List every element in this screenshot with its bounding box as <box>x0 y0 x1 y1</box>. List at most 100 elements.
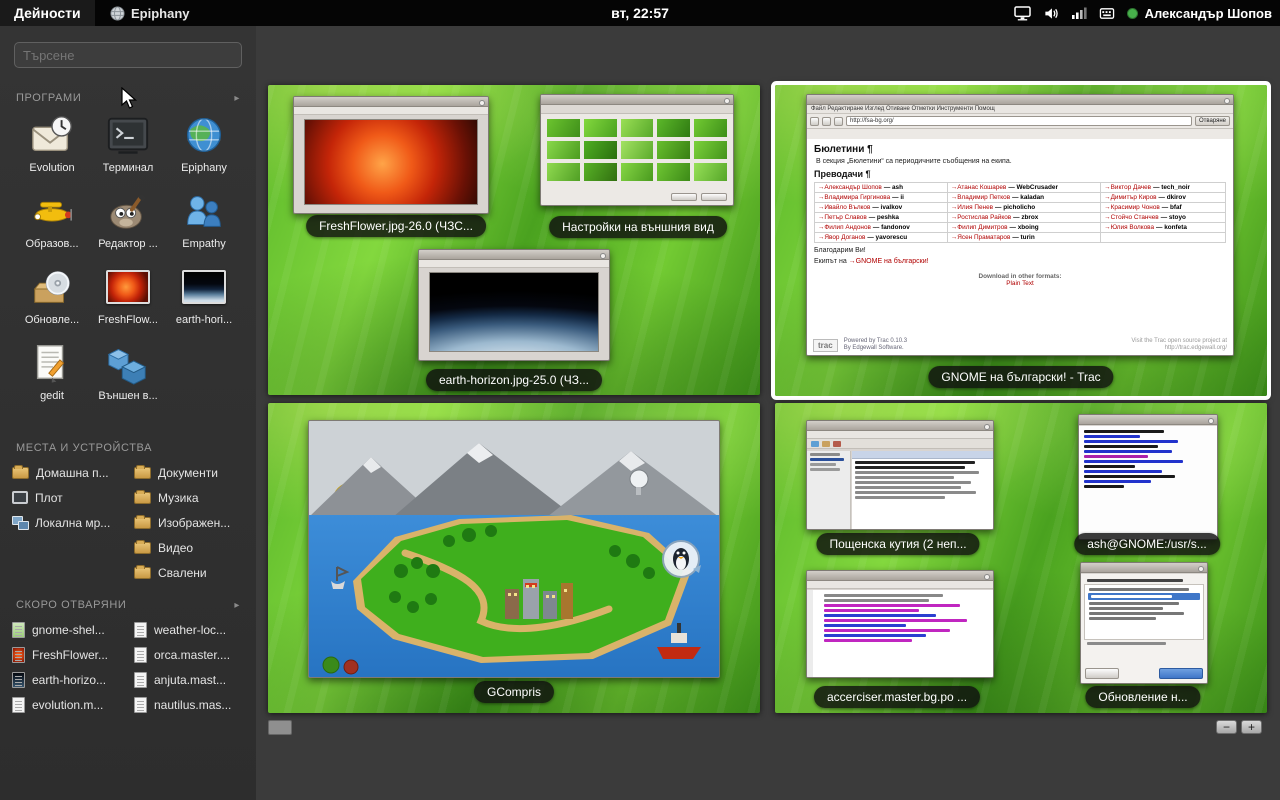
app-empathy[interactable]: Empathy <box>166 186 242 260</box>
translator-link[interactable]: →Ростислав Райков <box>951 214 1011 221</box>
recent-item[interactable]: gnome-shel... <box>12 617 128 642</box>
translator-link[interactable]: →Красимир Чонов <box>1104 204 1160 211</box>
user-menu[interactable]: Александър Шопов <box>1127 6 1272 21</box>
translator-link[interactable]: →Юлия Волкова <box>1104 224 1154 231</box>
window-gcompris[interactable] <box>308 420 720 678</box>
plain-text-link[interactable]: Plain Text <box>814 280 1226 287</box>
recent-item[interactable]: earth-horizo... <box>12 667 128 692</box>
activities-button[interactable]: Дейности <box>0 0 95 26</box>
install-button[interactable] <box>1159 668 1203 679</box>
translator-link[interactable]: →Явор Доганов <box>818 234 865 241</box>
window-title-badge: earth-horizon.jpg-25.0 (ЧЗ... <box>426 369 602 391</box>
window-freshflower[interactable] <box>293 96 489 214</box>
appearance-buttons <box>671 193 727 201</box>
back-button[interactable] <box>810 117 819 126</box>
translator-link[interactable]: →Ясен Праматаров <box>951 234 1010 241</box>
recent-item[interactable]: evolution.m... <box>12 692 128 717</box>
app-gedit[interactable]: gedit <box>14 338 90 412</box>
recent-item[interactable]: orca.master.... <box>134 642 250 667</box>
place-label: Видео <box>158 541 193 555</box>
downloads-folder-icon <box>134 567 151 579</box>
app-gcompris[interactable]: Образов... <box>14 186 90 260</box>
place-network[interactable]: Локална мр... <box>12 510 128 535</box>
app-evolution[interactable]: Evolution <box>14 110 90 184</box>
table-row: →Явор Доганов— yavorescu →Ясен Праматаро… <box>815 233 1226 243</box>
translator-link[interactable]: →Владимира Гиргинова <box>818 194 890 201</box>
app-earth-file[interactable]: earth-hori... <box>166 262 242 336</box>
remove-workspace-button[interactable]: − <box>1216 720 1237 734</box>
close-button[interactable] <box>1085 668 1119 679</box>
keyboard-input-icon[interactable] <box>1099 6 1115 21</box>
clock[interactable]: вт, 22:57 <box>611 0 669 26</box>
gedit-icon <box>27 338 77 388</box>
toolbar-button[interactable] <box>833 441 841 447</box>
network-signal-icon[interactable] <box>1071 6 1087 20</box>
go-button[interactable]: Отваряне <box>1195 116 1230 126</box>
reload-button[interactable] <box>834 117 843 126</box>
wallpaper-thumb <box>694 163 727 181</box>
search-input[interactable] <box>14 42 242 68</box>
translator-link[interactable]: →Филип Андонов <box>818 224 871 231</box>
forward-button[interactable] <box>822 117 831 126</box>
address-bar[interactable]: http://fsa-bg.org/ <box>846 116 1192 126</box>
translator-link[interactable]: →Петър Славов <box>818 214 867 221</box>
volume-icon[interactable] <box>1043 6 1059 21</box>
translator-link[interactable]: →Стойчо Станчев <box>1104 214 1158 221</box>
add-workspace-button[interactable]: + <box>1241 720 1262 734</box>
recent-expand-icon[interactable]: ▸ <box>234 600 240 611</box>
programs-expand-icon[interactable]: ▸ <box>234 93 240 104</box>
translator-link[interactable]: →Владимир Петков <box>951 194 1010 201</box>
app-terminal[interactable]: Терминал <box>90 110 166 184</box>
place-desktop[interactable]: Плот <box>12 485 128 510</box>
team-link[interactable]: →GNOME на български! <box>849 258 929 265</box>
window-terminal[interactable] <box>1078 414 1218 540</box>
recent-label: anjuta.mast... <box>154 673 226 687</box>
workspace-indicator[interactable] <box>268 720 292 735</box>
app-freshflower-file[interactable]: FreshFlow... <box>90 262 166 336</box>
window-title-badge: Настройки на външния вид <box>549 216 727 238</box>
desktop-icon <box>12 491 28 504</box>
translator-link[interactable]: →Илия Пенев <box>951 204 993 211</box>
window-appearance[interactable] <box>540 94 734 206</box>
text-line <box>1084 455 1148 458</box>
translator-nick: — konfeta <box>1156 224 1187 231</box>
window-mail[interactable] <box>806 420 994 530</box>
window-titlebar <box>1079 415 1217 425</box>
window-title-badge: Обновление н... <box>1085 686 1200 708</box>
translator-link[interactable]: →Ивайло Вълков <box>818 204 870 211</box>
translator-link[interactable]: →Александър Шопов <box>818 184 882 191</box>
window-accerciser[interactable] <box>806 570 994 678</box>
translator-nick: — bfaf <box>1162 204 1182 211</box>
display-icon[interactable] <box>1014 6 1031 21</box>
translator-link[interactable]: →Виктор Дачев <box>1104 184 1151 191</box>
browser-menubar[interactable]: Файл Редактиране Изглед Отиване Отметки … <box>807 105 1233 114</box>
app-appearance[interactable]: Външен в... <box>90 338 166 412</box>
toolbar-button[interactable] <box>822 441 830 447</box>
recent-item[interactable]: nautilus.mas... <box>134 692 250 717</box>
translator-link[interactable]: →Димитър Киров <box>1104 194 1156 201</box>
toolbar-button[interactable] <box>811 441 819 447</box>
translator-link[interactable]: →Филип Димитров <box>951 224 1008 231</box>
place-home[interactable]: Домашна п... <box>12 460 128 485</box>
window-trac-browser[interactable]: Файл Редактиране Изглед Отиване Отметки … <box>806 94 1234 356</box>
recent-header-label: СКОРО ОТВАРЯНИ <box>16 599 126 611</box>
place-videos[interactable]: Видео <box>134 535 250 560</box>
app-gimp[interactable]: Редактор ... <box>90 186 166 260</box>
app-epiphany[interactable]: Epiphany <box>166 110 242 184</box>
app-menu-button[interactable]: Epiphany <box>110 0 190 26</box>
recent-item[interactable]: FreshFlower... <box>12 642 128 667</box>
place-music[interactable]: Музика <box>134 485 250 510</box>
app-update[interactable]: Обновле... <box>14 262 90 336</box>
place-documents[interactable]: Документи <box>134 460 250 485</box>
window-earth[interactable] <box>418 249 610 361</box>
button[interactable] <box>671 193 697 201</box>
places-header-label: МЕСТА И УСТРОЙСТВА <box>16 442 152 454</box>
recent-item[interactable]: anjuta.mast... <box>134 667 250 692</box>
window-update[interactable] <box>1080 562 1208 684</box>
recent-item[interactable]: weather-loc... <box>134 617 250 642</box>
button[interactable] <box>701 193 727 201</box>
selected-row[interactable] <box>1088 593 1200 600</box>
translator-link[interactable]: →Атанас Кошарев <box>951 184 1006 191</box>
place-downloads[interactable]: Свалени <box>134 560 250 585</box>
place-pictures[interactable]: Изображен... <box>134 510 250 535</box>
